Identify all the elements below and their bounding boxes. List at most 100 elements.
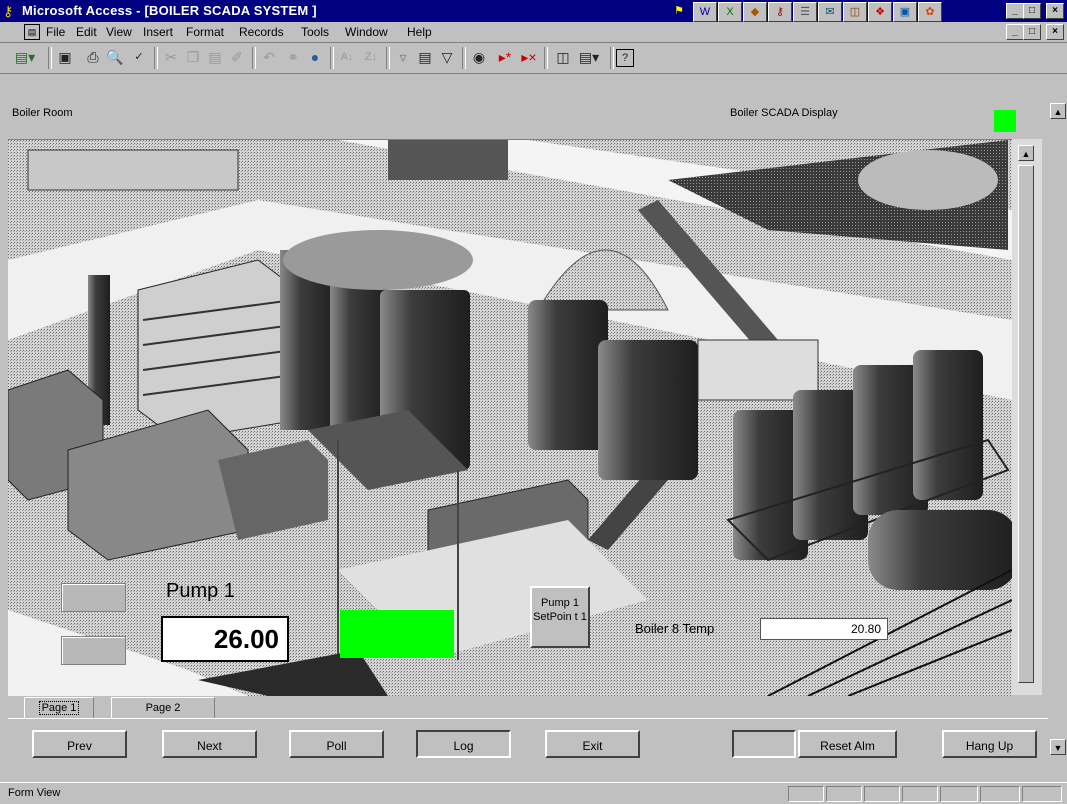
log-button[interactable]: Log: [416, 730, 511, 758]
sort-descending-icon[interactable]: Z↓: [360, 46, 382, 68]
format-painter-icon[interactable]: ✐: [226, 46, 248, 68]
filter-by-selection-icon[interactable]: ▿: [392, 46, 414, 68]
hang-up-button[interactable]: Hang Up: [942, 730, 1037, 758]
window-title: Microsoft Access - [BOILER SCADA SYSTEM …: [22, 3, 317, 18]
status-pane: [826, 786, 862, 802]
web-icon[interactable]: ●: [304, 46, 326, 68]
plant-picture: Pump 1 26.00 Pump 1 SetPoin t 1 Boiler 8…: [8, 139, 1012, 696]
form-scroll-up-icon[interactable]: ▲: [1018, 145, 1034, 161]
pump1-status-box-top: [61, 583, 126, 612]
toolbar-separator: [252, 47, 256, 69]
menu-bar: ▤ File Edit View Insert Format Records T…: [0, 22, 1067, 43]
menu-help[interactable]: Help: [407, 25, 432, 39]
menu-file[interactable]: File: [46, 25, 65, 39]
toolbar-separator: [154, 47, 158, 69]
apply-filter-icon[interactable]: ▽: [436, 46, 458, 68]
status-pane: [940, 786, 978, 802]
form-scroll-track[interactable]: ▲: [1012, 139, 1042, 695]
reset-alarm-button[interactable]: Reset Alm: [798, 730, 897, 758]
prev-button[interactable]: Prev: [32, 730, 127, 758]
copy-icon[interactable]: ❐: [182, 46, 204, 68]
title-bar: ⚷ Microsoft Access - [BOILER SCADA SYSTE…: [0, 0, 1067, 22]
save-icon[interactable]: ▣: [54, 46, 76, 68]
poll-button[interactable]: Poll: [289, 730, 384, 758]
boiler-temp-label: Boiler 8 Temp: [635, 621, 715, 636]
toolbar-separator: [610, 47, 614, 69]
form-header: Boiler Room Boiler SCADA Display: [8, 103, 1048, 139]
internet-icon[interactable]: ✿: [918, 2, 942, 22]
binder-icon[interactable]: ☰: [793, 2, 817, 22]
print-preview-icon[interactable]: 🔍: [104, 46, 126, 68]
plant-illustration: [8, 140, 1012, 696]
sort-ascending-icon[interactable]: A↓: [336, 46, 358, 68]
tab-page1[interactable]: Page 1: [24, 697, 94, 719]
menu-window[interactable]: Window: [345, 25, 388, 39]
menu-insert[interactable]: Insert: [143, 25, 173, 39]
powerpoint-icon[interactable]: ◆: [743, 2, 767, 22]
pump1-setpoint-label: Pump 1 SetPoin t 1: [533, 597, 587, 623]
form-icon[interactable]: ▤: [24, 24, 40, 40]
header-right-label: Boiler SCADA Display: [730, 107, 838, 119]
word-icon[interactable]: W: [693, 2, 717, 22]
excel-icon[interactable]: X: [718, 2, 742, 22]
pump1-label: Pump 1: [166, 580, 235, 602]
paste-icon[interactable]: ▤: [204, 46, 226, 68]
menu-edit[interactable]: Edit: [76, 25, 97, 39]
office-flag-icon[interactable]: ⚑: [668, 2, 690, 20]
menu-format[interactable]: Format: [186, 25, 224, 39]
tab-page2[interactable]: Page 2: [111, 697, 215, 719]
scroll-up-icon[interactable]: ▲: [1050, 103, 1066, 119]
database-window-icon[interactable]: ◫: [552, 46, 574, 68]
status-pane: [864, 786, 900, 802]
hyperlink-icon[interactable]: ⚭: [282, 46, 304, 68]
toolbar-separator: [544, 47, 548, 69]
child-maximize-icon[interactable]: □: [1023, 24, 1041, 40]
status-pane: [1022, 786, 1062, 802]
child-minimize-icon[interactable]: _: [1006, 24, 1024, 40]
status-pane: [788, 786, 824, 802]
menu-tools[interactable]: Tools: [301, 25, 329, 39]
find-icon[interactable]: ◉: [468, 46, 490, 68]
spelling-icon[interactable]: ✓: [128, 46, 150, 68]
view-icon[interactable]: ▤▾: [14, 46, 36, 68]
scroll-down-icon[interactable]: ▼: [1050, 739, 1066, 755]
window-vertical-scrollbar[interactable]: ▲ ▼: [1050, 103, 1067, 763]
status-text: Form View: [8, 787, 61, 799]
toolbar-gap: [0, 74, 1067, 103]
child-close-icon[interactable]: ×: [1046, 24, 1064, 40]
print-icon[interactable]: ⎙: [82, 46, 104, 68]
tab-page1-label: Page 1: [38, 701, 80, 715]
close-icon[interactable]: ×: [1046, 3, 1064, 19]
undo-icon[interactable]: ↶: [258, 46, 280, 68]
access-icon[interactable]: ⚷: [768, 2, 792, 22]
new-object-icon[interactable]: ▤▾: [578, 46, 600, 68]
network-icon[interactable]: ▣: [893, 2, 917, 22]
cut-icon[interactable]: ✂: [160, 46, 182, 68]
office-icon[interactable]: ❖: [868, 2, 892, 22]
status-bar: Form View: [0, 782, 1067, 804]
toolbar-separator: [330, 47, 334, 69]
header-left-label: Boiler Room: [12, 107, 73, 119]
pump1-run-indicator: [340, 610, 454, 658]
filter-by-form-icon[interactable]: ▤: [414, 46, 436, 68]
pump1-value-display: 26.00: [161, 616, 289, 662]
toolbar-separator: [386, 47, 390, 69]
menu-view[interactable]: View: [106, 25, 132, 39]
access-key-icon: ⚷: [3, 3, 14, 19]
next-button[interactable]: Next: [162, 730, 257, 758]
form-scroll-thumb[interactable]: [1018, 165, 1034, 683]
alarm-status-box: [732, 730, 796, 758]
schedule-icon[interactable]: ✉: [818, 2, 842, 22]
new-record-icon[interactable]: ▸*: [494, 46, 516, 68]
help-icon[interactable]: ?: [616, 49, 634, 67]
toolbar-separator: [462, 47, 466, 69]
minimize-icon[interactable]: _: [1006, 3, 1024, 19]
maximize-icon[interactable]: □: [1023, 3, 1041, 19]
bookshelf-icon[interactable]: ◫: [843, 2, 867, 22]
delete-record-icon[interactable]: ▸×: [518, 46, 540, 68]
tab-page2-label: Page 2: [145, 702, 181, 714]
menu-records[interactable]: Records: [239, 25, 284, 39]
pump1-status-box-bottom: [61, 636, 126, 665]
pump1-setpoint-button[interactable]: Pump 1 SetPoin t 1: [530, 586, 590, 648]
exit-button[interactable]: Exit: [545, 730, 640, 758]
